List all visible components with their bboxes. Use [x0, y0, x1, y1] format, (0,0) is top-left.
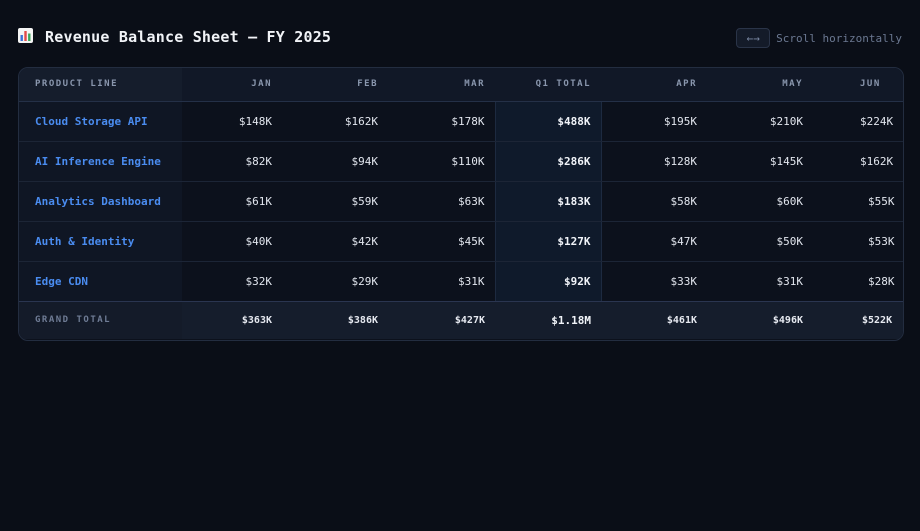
- cell-mar: $63K: [388, 181, 495, 222]
- cell-may: $50K: [707, 221, 813, 262]
- total-jun: $522K: [813, 301, 903, 339]
- total-may: $496K: [707, 301, 813, 339]
- scroll-hint: ←→ Scroll horizontally: [736, 28, 902, 48]
- cell-may: $31K: [707, 261, 813, 302]
- column-header-jan: JAN: [182, 68, 282, 102]
- cell-jun: $55K: [813, 181, 903, 222]
- cell-q1-total: $286K: [494, 141, 602, 182]
- cell-jan: $40K: [182, 221, 282, 262]
- cell-q1-total: $127K: [494, 221, 602, 262]
- cell-mar: $31K: [388, 261, 495, 302]
- column-header-may: MAY: [707, 68, 813, 102]
- table-row: Edge CDN $32K $29K $31K $92K $33K $31K $…: [19, 261, 903, 302]
- product-line-label: Edge CDN: [19, 261, 182, 302]
- table-row: AI Inference Engine $82K $94K $110K $286…: [19, 141, 903, 182]
- cell-jun: $224K: [813, 101, 903, 142]
- cell-jun: $53K: [813, 221, 903, 262]
- cell-may: $210K: [707, 101, 813, 142]
- cell-q1-total: $488K: [494, 101, 602, 142]
- revenue-table-scroll-container[interactable]: PRODUCT LINE JAN FEB MAR Q1 TOTAL APR MA…: [18, 67, 904, 341]
- cell-apr: $128K: [601, 141, 707, 182]
- cell-jun: $162K: [813, 141, 903, 182]
- cell-apr: $195K: [601, 101, 707, 142]
- total-mar: $427K: [388, 301, 495, 339]
- table-row: Analytics Dashboard $61K $59K $63K $183K…: [19, 181, 903, 222]
- grand-total-row: GRAND TOTAL $363K $386K $427K $1.18M $46…: [19, 301, 903, 339]
- cell-feb: $42K: [282, 221, 388, 262]
- cell-feb: $29K: [282, 261, 388, 302]
- cell-may: $60K: [707, 181, 813, 222]
- product-line-label: Analytics Dashboard: [19, 181, 182, 222]
- product-line-label: Auth & Identity: [19, 221, 182, 262]
- page-header: Revenue Balance Sheet — FY 2025 ←→ Scrol…: [18, 27, 902, 50]
- total-feb: $386K: [282, 301, 388, 339]
- cell-apr: $33K: [601, 261, 707, 302]
- cell-apr: $47K: [601, 221, 707, 262]
- column-header-q1-total: Q1 TOTAL: [495, 68, 601, 102]
- table-header-row: PRODUCT LINE JAN FEB MAR Q1 TOTAL APR MA…: [19, 68, 903, 102]
- cell-q1-total: $183K: [494, 181, 602, 222]
- cell-apr: $58K: [601, 181, 707, 222]
- column-header-apr: APR: [601, 68, 707, 102]
- cell-feb: $59K: [282, 181, 388, 222]
- total-apr: $461K: [601, 301, 707, 339]
- column-header-feb: FEB: [282, 68, 388, 102]
- product-line-label: Cloud Storage API: [19, 101, 182, 142]
- page-title-text: Revenue Balance Sheet — FY 2025: [45, 28, 332, 46]
- total-jan: $363K: [182, 301, 282, 339]
- revenue-table: PRODUCT LINE JAN FEB MAR Q1 TOTAL APR MA…: [19, 68, 903, 339]
- grand-total-label: GRAND TOTAL: [19, 301, 182, 339]
- cell-feb: $94K: [282, 141, 388, 182]
- horizontal-arrows-icon: ←→: [736, 28, 771, 48]
- page-title: Revenue Balance Sheet — FY 2025: [18, 27, 332, 46]
- column-header-jun: JUN: [813, 68, 903, 102]
- cell-jan: $148K: [182, 101, 282, 142]
- cell-jan: $32K: [182, 261, 282, 302]
- cell-mar: $45K: [388, 221, 495, 262]
- column-header-mar: MAR: [388, 68, 495, 102]
- scroll-hint-text: Scroll horizontally: [776, 31, 902, 45]
- total-q1: $1.18M: [495, 301, 601, 339]
- table-row: Auth & Identity $40K $42K $45K $127K $47…: [19, 221, 903, 262]
- cell-jan: $61K: [182, 181, 282, 222]
- table-row: Cloud Storage API $148K $162K $178K $488…: [19, 101, 903, 142]
- column-header-product-line: PRODUCT LINE: [19, 68, 182, 102]
- product-line-label: AI Inference Engine: [19, 141, 182, 182]
- cell-jan: $82K: [182, 141, 282, 182]
- cell-q1-total: $92K: [494, 261, 602, 302]
- cell-mar: $178K: [388, 101, 495, 142]
- cell-jun: $28K: [813, 261, 903, 302]
- cell-feb: $162K: [282, 101, 388, 142]
- cell-mar: $110K: [388, 141, 495, 182]
- bar-chart-icon: [18, 27, 33, 43]
- cell-may: $145K: [707, 141, 813, 182]
